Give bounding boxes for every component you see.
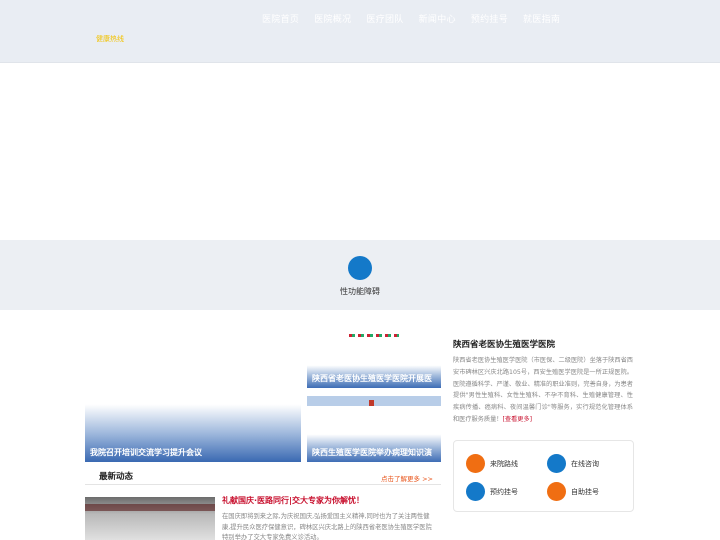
quick-link-label: 来院路线 [490, 459, 518, 468]
view-more-link[interactable]: [查看更多] [503, 416, 533, 423]
latest-news-item-title[interactable]: 礼献国庆·医路同行|交大专家为你解忧！ [222, 495, 364, 506]
main-nav: 医院首页 医院概况 医疗团队 新闻中心 预约挂号 就医指南 [262, 12, 575, 25]
self-register-icon [547, 482, 566, 501]
latest-news-thumbnail[interactable] [85, 497, 215, 540]
nav-item-team[interactable]: 医疗团队 [366, 12, 403, 25]
latest-news-title: 最新动态 [99, 472, 134, 482]
health-hotline-label: 健康热线 [96, 35, 124, 43]
nav-item-guide[interactable]: 就医指南 [523, 12, 560, 25]
news-card-training[interactable]: 我院召开培训交流学习提升会议 [85, 334, 301, 462]
news-card-pathology-lecture[interactable]: 陕西生殖医学医院举办病理知识演 [307, 396, 441, 462]
quick-link-route[interactable]: 来院路线 [466, 454, 518, 473]
quick-link-label: 预约挂号 [490, 487, 518, 496]
route-icon [466, 454, 485, 473]
service-item-label: 性功能障碍 [340, 287, 380, 296]
photo-band [307, 396, 441, 406]
latest-news-more-link[interactable]: 点击了解更多 >> [381, 473, 433, 483]
quick-link-online-consult[interactable]: 在线咨询 [547, 454, 599, 473]
consult-icon [547, 454, 566, 473]
hospital-title: 陕西省老医协生殖医学医院 [453, 340, 556, 350]
quick-links-panel: 来院路线 在线咨询 预约挂号 自助挂号 [453, 440, 634, 512]
photo-detail [369, 400, 374, 406]
site-header: 医院首页 医院概况 医疗团队 新闻中心 预约挂号 就医指南 健康热线 [0, 0, 720, 63]
thumbnail-banner [85, 504, 215, 511]
quick-link-self-register[interactable]: 自助挂号 [547, 482, 599, 501]
photo-strip [349, 334, 399, 337]
hospital-description-text: 陕西省老医协生殖医学医院（市医保、二级医院）坐落于陕西省西安市碑林区兴庆北路10… [453, 357, 633, 423]
service-circle-icon [348, 256, 372, 280]
hero-banner[interactable] [0, 64, 720, 240]
hospital-description: 陕西省老医协生殖医学医院（市医保、二级医院）坐落于陕西省西安市碑林区兴庆北路10… [453, 355, 633, 426]
news-card-caption: 陕西省老医协生殖医学医院开展医 [312, 374, 432, 383]
service-item-sexual-dysfunction[interactable]: 性功能障碍 [330, 256, 390, 297]
appointment-icon [466, 482, 485, 501]
latest-news-header: 最新动态 点击了解更多 >> [85, 467, 441, 485]
nav-item-appointment[interactable]: 预约挂号 [471, 12, 508, 25]
nav-item-home[interactable]: 医院首页 [262, 12, 299, 25]
quick-link-label: 自助挂号 [571, 487, 599, 496]
quick-link-appointment[interactable]: 预约挂号 [466, 482, 518, 501]
nav-item-news[interactable]: 新闻中心 [419, 12, 456, 25]
latest-news-item-summary: 在国庆即将到来之际,为庆祝国庆,弘扬爱国主义精神,同时也为了关注两性健康,提升民… [222, 513, 432, 540]
news-card-hospital-event[interactable]: 陕西省老医协生殖医学医院开展医 [307, 334, 441, 388]
nav-item-about[interactable]: 医院概况 [314, 12, 351, 25]
hospital-intro: 陕西省老医协生殖医学医院 陕西省老医协生殖医学医院（市医保、二级医院）坐落于陕西… [453, 338, 633, 426]
service-band: 性功能障碍 [0, 240, 720, 310]
news-card-caption: 陕西生殖医学医院举办病理知识演 [312, 448, 432, 457]
quick-link-label: 在线咨询 [571, 459, 599, 468]
news-card-caption: 我院召开培训交流学习提升会议 [90, 448, 202, 457]
